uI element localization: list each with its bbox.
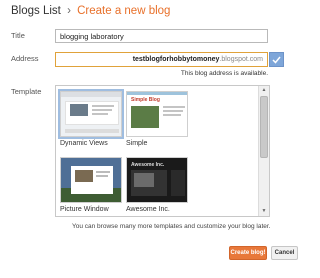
address-status: This blog address is available. — [180, 70, 268, 77]
template-scrollbar[interactable]: ▲ ▼ — [258, 86, 269, 216]
title-input[interactable] — [55, 29, 268, 43]
template-thumb-awesome-inc: Awesome Inc. — [126, 157, 188, 203]
address-label: Address — [11, 54, 39, 63]
template-label: Template — [11, 87, 42, 96]
checkmark-icon — [272, 56, 281, 64]
awesome-heading: Awesome Inc. — [131, 162, 165, 168]
title-label: Title — [11, 31, 25, 40]
template-hint: You can browse many more templates and c… — [72, 223, 271, 230]
cancel-button[interactable]: Cancel — [271, 246, 298, 260]
template-thumb-simple: Simple Blog — [126, 91, 188, 137]
template-name-picture-window: Picture Window — [60, 206, 109, 213]
template-gallery: Dynamic Views Simple Blog Simple Picture… — [55, 85, 270, 217]
down-arrow-icon[interactable]: ▼ — [259, 207, 269, 216]
template-thumb-dynamic-views — [58, 89, 124, 139]
template-simple[interactable]: Simple Blog Simple — [126, 91, 188, 147]
address-domain: .blogspot.com — [219, 56, 263, 63]
blogs-list-link[interactable]: Blogs List — [11, 5, 61, 17]
template-name-simple: Simple — [126, 140, 148, 147]
simple-heading: Simple Blog — [131, 97, 160, 103]
address-input[interactable]: testblogforhobbytomoney.blogspot.com — [55, 52, 268, 67]
dialog-header: Blogs List › Create a new blog — [0, 0, 320, 20]
scrollbar-thumb[interactable] — [260, 96, 268, 158]
template-awesome-inc[interactable]: Awesome Inc. Awesome Inc. — [126, 157, 188, 213]
template-name-awesome-inc: Awesome Inc. — [126, 206, 170, 213]
dialog-title: Create a new blog — [77, 5, 171, 17]
create-blog-button[interactable]: Create blog! — [229, 246, 267, 260]
up-arrow-icon[interactable]: ▲ — [259, 86, 269, 95]
template-thumb-picture-window — [60, 157, 122, 203]
address-subdomain: testblogforhobbytomoney — [132, 56, 220, 63]
template-picture-window[interactable]: Picture Window — [60, 157, 122, 213]
address-check-icon — [269, 52, 284, 67]
breadcrumb-separator: › — [67, 5, 71, 17]
template-name-dynamic-views: Dynamic Views — [60, 140, 108, 147]
template-dynamic-views[interactable]: Dynamic Views — [58, 89, 124, 147]
